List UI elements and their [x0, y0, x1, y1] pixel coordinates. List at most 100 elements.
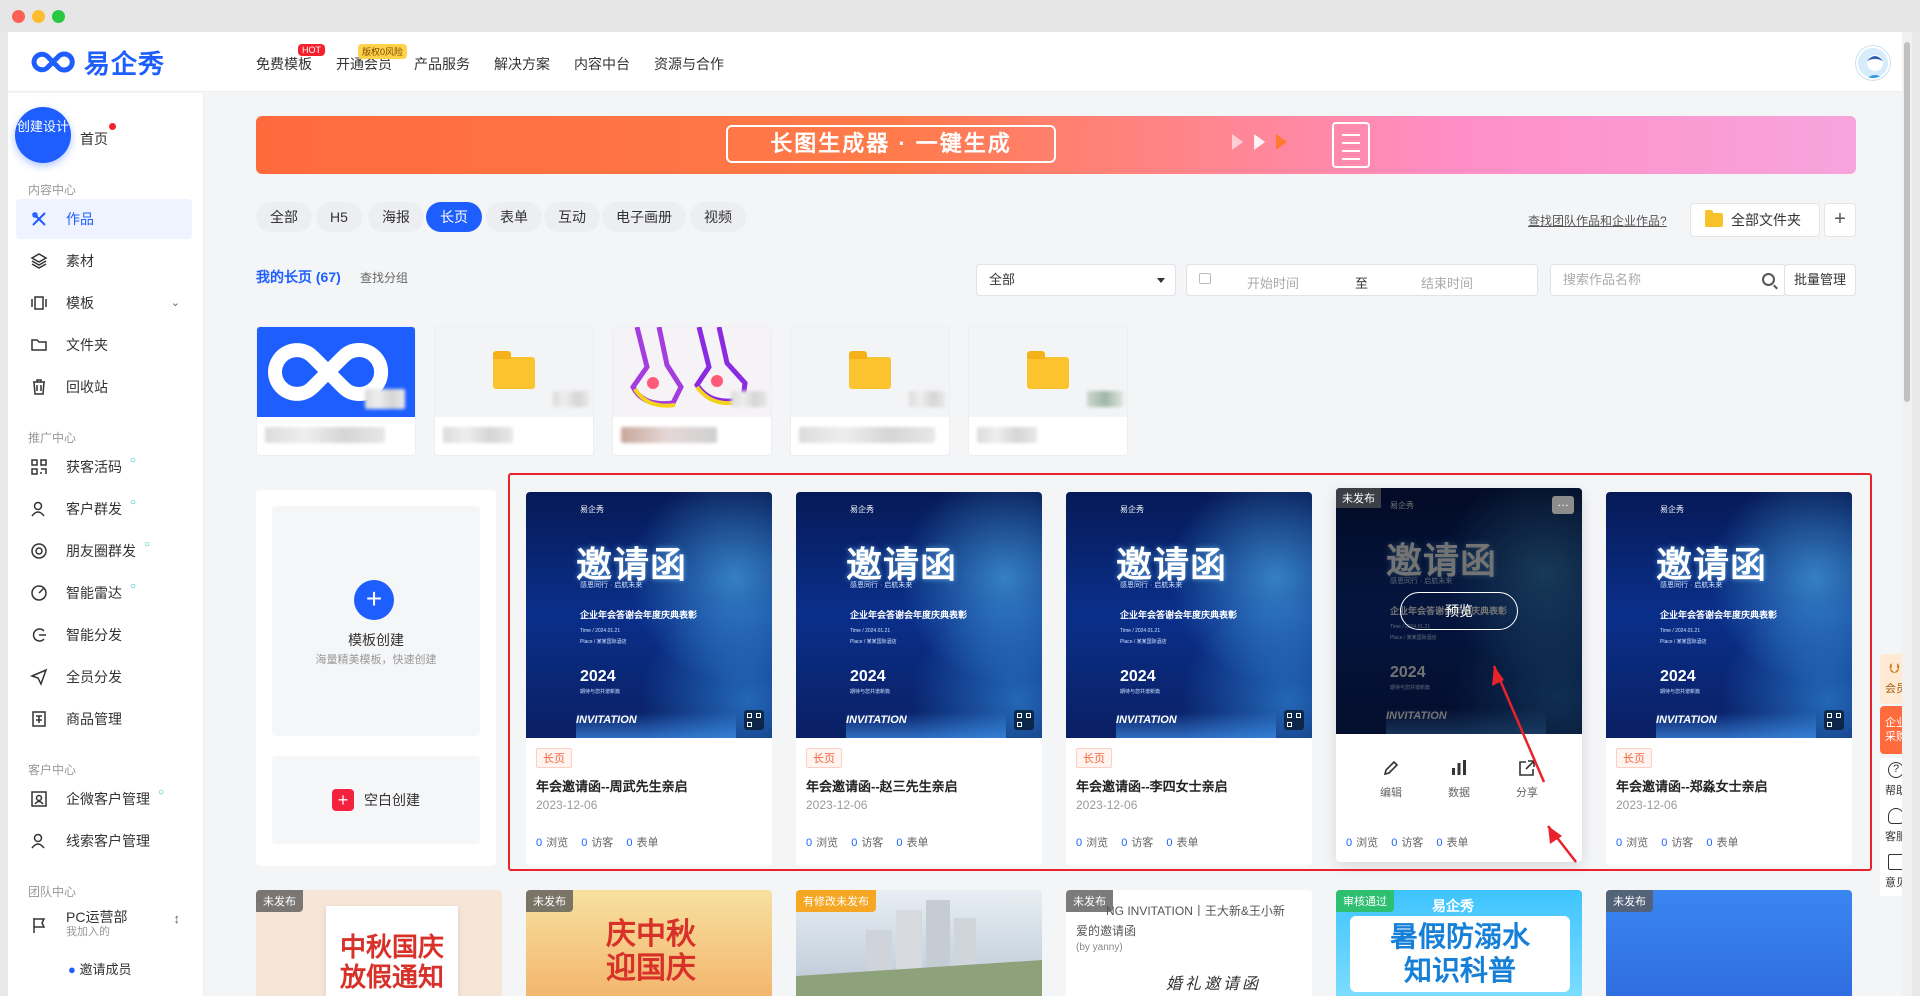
- product-icon: [30, 710, 48, 728]
- sidebar-item-staff-distribute[interactable]: 全员分发: [16, 657, 192, 697]
- template-create-title: 模板创建: [348, 632, 404, 648]
- tab-ebook[interactable]: 电子画册: [602, 202, 686, 232]
- all-folders-button[interactable]: 全部文件夹: [1690, 203, 1820, 237]
- close-window-button[interactable]: [12, 10, 25, 23]
- tab-poster[interactable]: 海报: [368, 202, 424, 232]
- folder-icon: [849, 351, 891, 389]
- sidebar-item-radar[interactable]: 智能雷达 ○: [16, 573, 192, 613]
- banner-title: 长图生成器 · 一键生成: [726, 125, 1056, 163]
- brand-logo[interactable]: 易企秀: [30, 46, 165, 79]
- template-create-card[interactable]: + 模板创建 海量精美模板，快速创建: [272, 506, 480, 736]
- blurred-thumbnail: [1087, 391, 1123, 407]
- work-card[interactable]: 未发布 中秋国庆 放假通知: [256, 890, 502, 996]
- menu-label: 客户群发: [66, 501, 122, 517]
- folder-thumbnail: [791, 327, 949, 417]
- folder-card[interactable]: [256, 326, 416, 456]
- nav-content-hub[interactable]: 内容中台: [574, 54, 630, 74]
- plus-square-icon: +: [332, 788, 354, 811]
- status-filter-value: 全部: [989, 272, 1016, 287]
- sidebar-item-smart-distribute[interactable]: 智能分发: [16, 615, 192, 655]
- folder-thumbnail: [969, 327, 1127, 417]
- sidebar-item-group-send[interactable]: 客户群发 ○: [16, 489, 192, 529]
- menu-label: 智能雷达: [66, 585, 122, 601]
- sidebar-item-wecom-customers[interactable]: 企微客户管理 ○: [16, 779, 192, 819]
- work-card[interactable]: 审核通过 易企秀 暑假防溺水 知识科普: [1336, 890, 1582, 996]
- brand-logo-icon: [31, 51, 75, 73]
- sidebar-item-works[interactable]: 作品: [16, 199, 192, 239]
- wecom-bubble-icon: ○: [130, 455, 137, 466]
- nav-products[interactable]: 产品服务: [414, 54, 470, 74]
- users-icon: [30, 832, 48, 850]
- zoom-window-button[interactable]: [52, 10, 65, 23]
- menu-label: 模板: [66, 295, 94, 311]
- nav-solutions[interactable]: 解决方案: [494, 54, 550, 74]
- work-card[interactable]: 未发布 庆中秋 迎国庆: [526, 890, 772, 996]
- blurred-thumbnail: [909, 391, 945, 407]
- work-card[interactable]: 未发布: [1606, 890, 1852, 996]
- sidebar-item-home[interactable]: 首页: [80, 129, 108, 149]
- contact-card-icon: [30, 790, 48, 808]
- work-card[interactable]: 有修改未发布: [796, 890, 1042, 996]
- start-date-input[interactable]: 开始时间: [1247, 273, 1299, 292]
- menu-label: 作品: [66, 211, 94, 227]
- find-group-link[interactable]: 查找分组: [360, 269, 408, 286]
- team-selector[interactable]: PC运营部 我加入的 ↕: [16, 903, 192, 947]
- find-team-works-link[interactable]: 查找团队作品和企业作品?: [1528, 212, 1667, 229]
- user-avatar[interactable]: [1856, 46, 1890, 80]
- nav-membership[interactable]: 开通会员 版权0风险: [336, 44, 408, 74]
- calendar-icon: [1199, 273, 1211, 284]
- date-range-picker[interactable]: 开始时间 至 结束时间: [1186, 264, 1538, 296]
- sidebar-item-templates[interactable]: 模板 ⌄: [16, 283, 192, 323]
- hot-badge: HOT: [298, 44, 325, 56]
- blank-create-card[interactable]: + 空白创建: [272, 756, 480, 844]
- sidebar-item-materials[interactable]: 素材: [16, 241, 192, 281]
- sidebar-item-moments-send[interactable]: 朋友圈群发 ○: [16, 531, 192, 571]
- sidebar-item-trash[interactable]: 回收站: [16, 367, 192, 407]
- folder-card[interactable]: [612, 326, 772, 456]
- tab-long-page[interactable]: 长页: [426, 202, 482, 232]
- blurred-folder-name: [621, 427, 717, 443]
- sidebar-item-products[interactable]: 商品管理: [16, 699, 192, 739]
- folder-icon: [493, 351, 535, 389]
- search-icon[interactable]: [1762, 273, 1775, 286]
- tab-form[interactable]: 表单: [486, 202, 542, 232]
- tab-h5[interactable]: H5: [316, 202, 362, 232]
- nav-free-templates[interactable]: 免费模板 HOT: [256, 44, 325, 74]
- scrollbar-thumb[interactable]: [1904, 42, 1910, 402]
- folder-icon: [1027, 351, 1069, 389]
- create-design-button[interactable]: 创建设计: [15, 107, 71, 163]
- add-folder-button[interactable]: +: [1824, 203, 1856, 237]
- folder-card[interactable]: [968, 326, 1128, 456]
- tab-interactive[interactable]: 互动: [544, 202, 600, 232]
- my-long-pages-count[interactable]: 我的长页 (67): [256, 267, 341, 287]
- batch-manage-button[interactable]: 批量管理: [1784, 264, 1856, 296]
- end-date-input[interactable]: 结束时间: [1421, 273, 1473, 292]
- annotation-arrow-icon: [1547, 825, 1577, 863]
- folder-thumbnail: [257, 327, 415, 417]
- work-card[interactable]: 未发布 NG INVITATION丨王大新&王小新 爱的邀请函 (by yann…: [1066, 890, 1312, 996]
- section-title-promotion: 推广中心: [28, 431, 77, 445]
- copyright-badge: 版权0风险: [358, 44, 408, 59]
- search-input[interactable]: 搜索作品名称: [1550, 264, 1786, 296]
- sidebar-item-folders[interactable]: 文件夹: [16, 325, 192, 365]
- card-preview-title: 中秋国庆 放假通知: [339, 932, 444, 992]
- invite-member-link[interactable]: ● 邀请成员: [68, 959, 132, 978]
- folder-card[interactable]: [434, 326, 594, 456]
- sidebar-item-lead-customers[interactable]: 线索客户管理: [16, 821, 192, 861]
- nav-resources[interactable]: 资源与合作: [654, 54, 724, 74]
- wecom-bubble-icon: ○: [130, 581, 137, 592]
- invite-label: 邀请成员: [79, 962, 132, 977]
- card-preview-title: 暑假防溺水 知识科普: [1350, 916, 1570, 992]
- folder-card[interactable]: [790, 326, 950, 456]
- status-filter-select[interactable]: 全部: [976, 264, 1176, 296]
- notification-dot: [109, 123, 116, 130]
- tab-all[interactable]: 全部: [256, 202, 312, 232]
- tab-video[interactable]: 视频: [690, 202, 746, 232]
- menu-label: 文件夹: [66, 337, 108, 353]
- sidebar-item-live-code[interactable]: 获客活码 ○: [16, 447, 192, 487]
- promo-banner[interactable]: 长图生成器 · 一键生成: [256, 116, 1856, 174]
- minimize-window-button[interactable]: [32, 10, 45, 23]
- page-scrollbar[interactable]: [1902, 32, 1912, 996]
- card-preview-calligraphy: 婚礼邀请函: [1166, 976, 1262, 993]
- qr-code-icon: [30, 458, 48, 476]
